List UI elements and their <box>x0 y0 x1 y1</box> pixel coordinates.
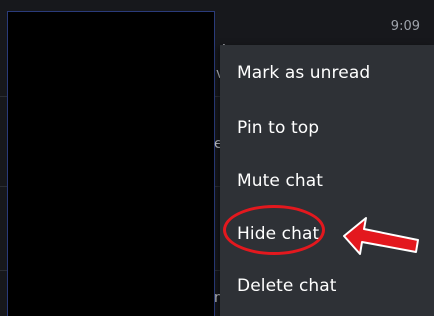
menu-item-delete-chat[interactable]: Delete chat <box>237 276 337 296</box>
red-arrow-left-icon <box>343 217 419 255</box>
highlight-circle-annotation <box>223 205 325 255</box>
chat-context-menu: Mark as unread Pin to top Mute chat Hide… <box>220 45 434 316</box>
redacted-chat-panel <box>7 11 215 316</box>
menu-item-mute-chat[interactable]: Mute chat <box>237 171 323 191</box>
menu-item-mark-as-unread[interactable]: Mark as unread <box>237 63 370 83</box>
menu-item-pin-to-top[interactable]: Pin to top <box>237 118 319 138</box>
chat-timestamp: 9:09 <box>390 19 420 34</box>
chat-list-screen: t v e n 9:09 Mark as unread Pin to top M… <box>0 0 434 316</box>
